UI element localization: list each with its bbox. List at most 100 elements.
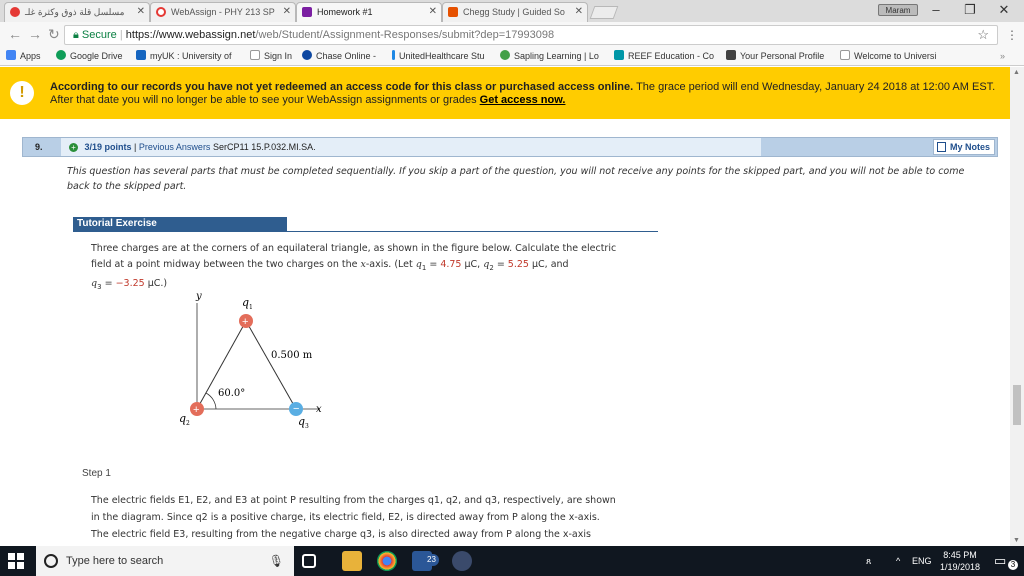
system-clock[interactable]: 8:45 PM 1/19/2018 (934, 549, 986, 573)
chegg-icon (448, 7, 458, 17)
bookmark-star-icon[interactable]: ☆ (977, 26, 989, 44)
angle-arc (205, 392, 217, 410)
notification-icon[interactable]: ▭ (994, 546, 1006, 576)
step-line-2: in the diagram. Since q2 is a positive c… (91, 512, 600, 523)
bookmark-apps[interactable]: Apps (6, 48, 41, 65)
q2-label-sub: 2 (186, 420, 190, 427)
browser-toolbar: ← → ↻ 🔒︎ Secure | https://www.webassign.… (0, 22, 1024, 48)
tab-chegg[interactable]: Chegg Study | Guided So ✕ (442, 2, 588, 22)
x-axis-label: x (316, 404, 322, 415)
close-icon[interactable]: ✕ (283, 3, 291, 21)
cortana-icon (44, 554, 58, 568)
url-host: https://www.webassign.net (125, 29, 256, 41)
tab-arabic-series[interactable]: مسلسل قلة ذوق وكثرة غلـ ✕ (4, 2, 150, 22)
windows-taskbar: Type here to search 🎙︎ 23 ጸ ^ ENG 8:45 P… (0, 546, 1024, 576)
problem-line-2: field at a point midway between the two … (91, 259, 569, 272)
menu-icon[interactable]: ⋮ (1006, 28, 1018, 42)
reload-icon[interactable]: ↻ (48, 26, 60, 43)
q2-subscript: 2 (489, 263, 494, 272)
windows-start-icon[interactable] (8, 553, 24, 569)
bookmark-google-drive[interactable]: Google Drive (56, 48, 123, 65)
task-view-icon[interactable] (302, 554, 316, 568)
bookmark-unitedhealthcare[interactable]: UnitedHealthcare Stu (392, 48, 485, 65)
chrome-icon[interactable] (377, 551, 397, 571)
bookmark-label: UnitedHealthcare Stu (399, 51, 485, 61)
language-indicator[interactable]: ENG (912, 546, 932, 576)
scroll-up-icon[interactable]: ▲ (1013, 69, 1020, 76)
q1-label: q (242, 296, 249, 309)
expand-plus-icon[interactable]: + (69, 143, 78, 152)
bookmark-myuk[interactable]: myUK : University of (136, 48, 232, 65)
bookmark-welcome[interactable]: Welcome to Universi (840, 48, 936, 65)
separator: | (134, 142, 137, 152)
close-icon[interactable]: ✕ (137, 3, 145, 21)
file-explorer-icon[interactable] (342, 551, 362, 571)
bookmark-chase[interactable]: Chase Online - (302, 48, 376, 65)
previous-answers-link[interactable]: Previous Answers (139, 142, 211, 152)
step-line-3: The electric field E3, resulting from th… (91, 529, 591, 540)
plus-sign-q1: + (242, 316, 248, 328)
q1-subscript: 1 (421, 263, 427, 272)
tab-homework[interactable]: Homework #1 ✕ (296, 2, 442, 22)
text-fragment: field at a point midway between the two … (91, 259, 361, 270)
new-tab-button[interactable] (589, 6, 619, 19)
q3-label-sub: 3 (305, 423, 309, 430)
clock-time: 8:45 PM (943, 550, 977, 560)
bookmark-label: Sign In (264, 51, 293, 61)
bookmarks-overflow-icon[interactable]: » (1000, 48, 1005, 65)
angle-label: 60.0° (218, 388, 245, 399)
assignment-content: 9. + 3/19 points | Previous Answers SerC… (0, 119, 1010, 546)
question-number: 9. (35, 142, 43, 152)
close-window-icon[interactable]: ✕ (994, 2, 1014, 18)
tutorial-exercise-title: Tutorial Exercise (73, 217, 287, 231)
bookmark-profile[interactable]: Your Personal Profile (726, 48, 824, 65)
page-scrollbar[interactable]: ▲ ▼ (1010, 67, 1024, 546)
tray-chevron-icon[interactable]: ^ (896, 546, 900, 576)
question-info: + 3/19 points | Previous Answers SerCP11… (61, 138, 761, 156)
document-icon (726, 50, 736, 60)
minimize-icon[interactable]: – (926, 2, 946, 17)
question-code: SerCP11 15.P.032.MI.SA. (212, 142, 316, 152)
microphone-icon[interactable]: 🎙︎ (269, 546, 284, 576)
side-length-label: 0.500 m (271, 350, 313, 361)
back-icon[interactable]: ← (8, 26, 22, 42)
chase-icon (302, 50, 312, 60)
q1-value: 4.75 (440, 259, 462, 270)
warning-icon: ! (10, 81, 34, 105)
plus-sign-q2: + (193, 404, 199, 416)
get-access-link[interactable]: Get access now. (480, 94, 566, 106)
banner-bold-text: According to our records you have not ye… (50, 81, 634, 93)
close-icon[interactable]: ✕ (575, 3, 583, 21)
profile-button[interactable]: Maram (878, 4, 918, 16)
address-bar[interactable]: 🔒︎ Secure | https://www.webassign.net/we… (64, 25, 998, 45)
restore-icon[interactable]: ❐ (960, 2, 980, 18)
search-placeholder: Type here to search (66, 555, 164, 567)
q3-subscript: 3 (97, 282, 102, 291)
scroll-thumb[interactable] (1013, 385, 1021, 425)
my-notes-label: My Notes (949, 142, 990, 152)
access-warning-banner: ! According to our records you have not … (0, 67, 1010, 119)
bookmark-sign-in[interactable]: Sign In (250, 48, 292, 65)
step-text: The electric fields E1, E2, and E3 at po… (91, 492, 651, 543)
note-icon (936, 142, 946, 152)
tab-webassign[interactable]: WebAssign - PHY 213 SP ✕ (150, 2, 296, 22)
my-notes-button[interactable]: My Notes (932, 139, 995, 155)
taskbar-search-box[interactable]: Type here to search 🎙︎ (36, 546, 294, 576)
mail-badge: 23 (424, 554, 439, 566)
bookmark-reef[interactable]: REEF Education - Co (614, 48, 714, 65)
step-line-1: The electric fields E1, E2, and E3 at po… (91, 495, 616, 506)
clock-date: 1/19/2018 (939, 562, 981, 572)
forward-icon[interactable]: → (28, 26, 42, 42)
bookmark-label: Your Personal Profile (740, 51, 825, 61)
points-label: 3/19 points (84, 142, 132, 152)
youtube-icon (10, 7, 20, 17)
bookmark-sapling[interactable]: Sapling Learning | Lo (500, 48, 599, 65)
app-icon[interactable] (452, 551, 472, 571)
apps-icon (6, 50, 16, 60)
equilateral-triangle-figure: y x 0.500 m 60.0° + + − q 1 q 2 q 3 (179, 291, 322, 430)
people-icon[interactable]: ጸ (866, 546, 871, 576)
scroll-down-icon[interactable]: ▼ (1013, 537, 1020, 544)
q2-label: q (179, 412, 186, 425)
close-icon[interactable]: ✕ (429, 3, 437, 21)
myuk-icon (136, 50, 146, 60)
